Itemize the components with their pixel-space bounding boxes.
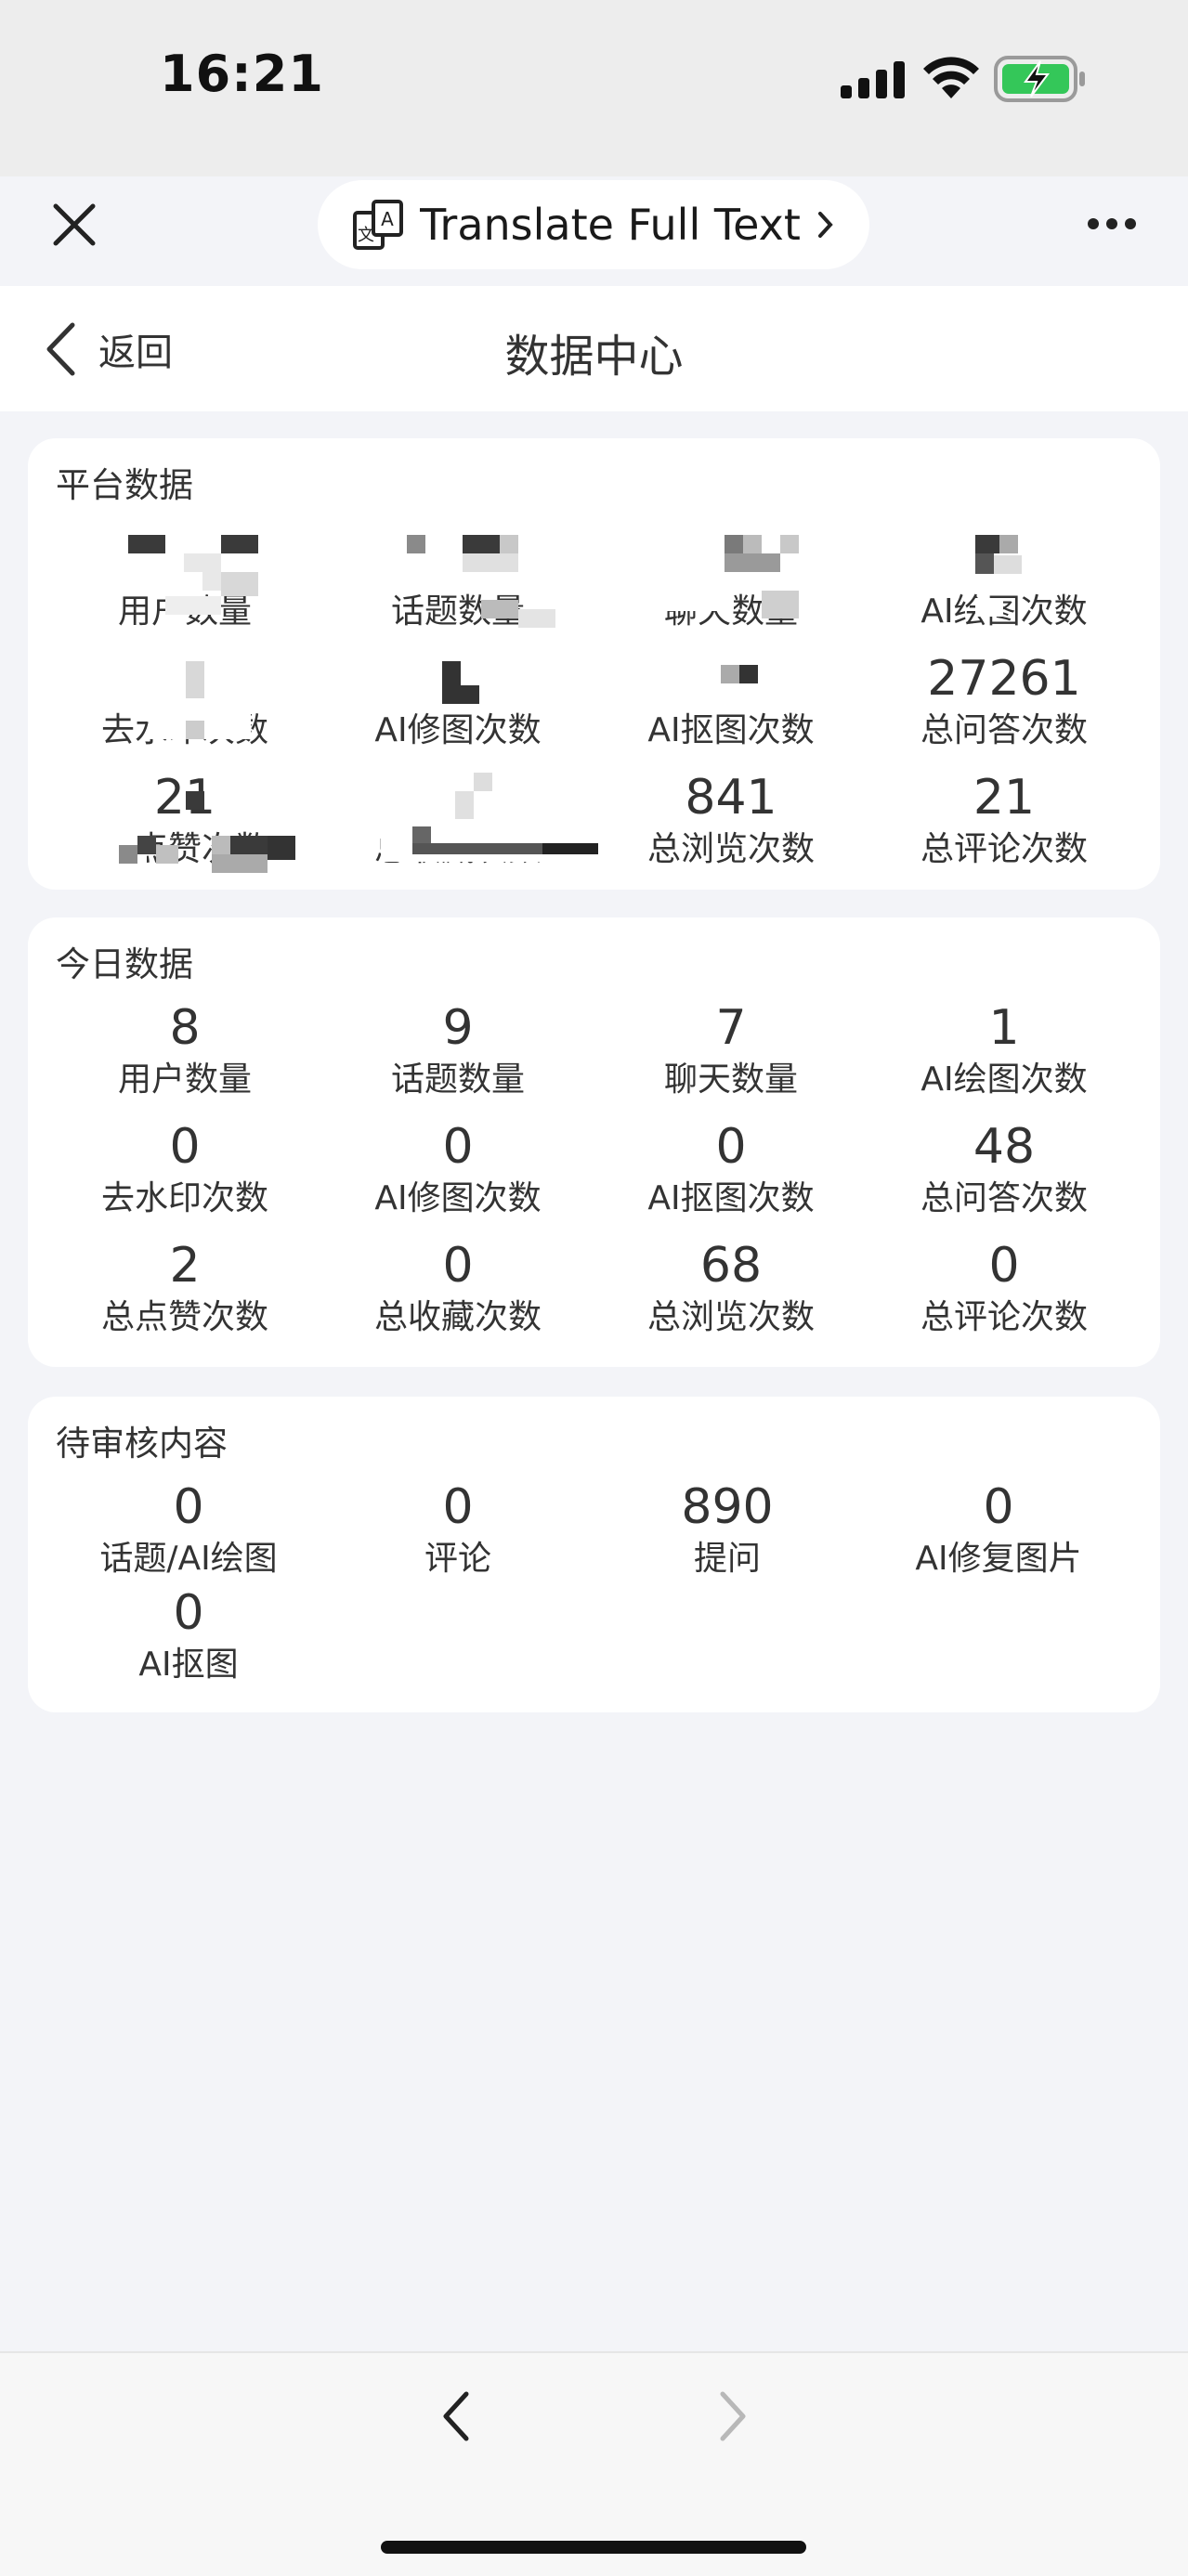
redaction-mosaic [128, 535, 286, 637]
redaction-mosaic [407, 535, 565, 637]
stat-label: AI抠图次数 [647, 711, 815, 749]
stat-value: 1 [988, 1000, 1020, 1056]
stat-label: 总收藏次数 [373, 1298, 542, 1336]
stat-label: 去水印次数 [100, 1179, 268, 1217]
card-title: 平台数据 [56, 465, 193, 505]
stat-label: 总评论次数 [920, 830, 1088, 868]
stat-label: 用户数量 [117, 1060, 252, 1099]
stat-label: 总点赞次数 [100, 1298, 268, 1336]
redaction-mosaic [721, 665, 777, 702]
stat-value: 0 [715, 1119, 747, 1175]
svg-text:文: 文 [358, 226, 374, 245]
stat-view-count: 841 总浏览次数 [594, 769, 868, 873]
stat-ai-draw-count: 1 AI绘图次数 [868, 999, 1141, 1103]
wifi-icon [923, 57, 979, 98]
redaction-mosaic [100, 826, 314, 888]
stat-watermark-count: 0 去水印次数 [48, 1118, 321, 1222]
redaction-mosaic [442, 661, 526, 735]
chevron-right-icon [817, 212, 833, 238]
stat-value: 0 [988, 1238, 1020, 1294]
stat-value: 8 [169, 1000, 201, 1056]
stat-value: 48 [973, 1119, 1036, 1175]
stat-label: 总评论次数 [920, 1298, 1088, 1336]
stat-value: 68 [699, 1238, 763, 1294]
stat-value: 9 [442, 1000, 474, 1056]
stat-comment-count: 21 总评论次数 [868, 769, 1141, 873]
stat-value: 841 [685, 770, 777, 826]
stat-label: 聊天数量 [663, 1060, 798, 1099]
battery-icon [994, 56, 1085, 102]
stat-pending-ai-cutout[interactable]: 0 AI抠图 [52, 1584, 325, 1688]
stat-value: 0 [169, 1119, 201, 1175]
redaction-mosaic [186, 791, 223, 819]
stat-like-count: 2 总点赞次数 [48, 1237, 321, 1341]
stat-label: 话题/AI绘图 [99, 1540, 278, 1578]
stat-ai-retouch-count: 0 AI修图次数 [321, 1118, 594, 1222]
stat-favorite-count: 0 总收藏次数 [321, 1237, 594, 1341]
stat-user-count: 8 用户数量 [48, 999, 321, 1103]
stat-label: AI抠图 [138, 1646, 239, 1684]
stat-value: 21 [973, 770, 1036, 826]
redaction-mosaic [659, 535, 836, 637]
home-indicator [381, 2541, 806, 2554]
stat-value: 7 [715, 1000, 747, 1056]
card-title: 今日数据 [56, 944, 193, 984]
stat-chat-count: 7 聊天数量 [594, 999, 868, 1103]
stat-label: 提问 [693, 1540, 761, 1578]
stat-label: AI修复图片 [915, 1540, 1082, 1578]
stat-comment-count: 0 总评论次数 [868, 1237, 1141, 1341]
stat-value: 2 [169, 1238, 201, 1294]
stat-pending-questions[interactable]: 890 提问 [591, 1478, 864, 1582]
svg-text:A: A [381, 208, 394, 230]
stat-value: 0 [983, 1479, 1014, 1535]
browser-back-icon[interactable] [437, 2387, 474, 2446]
card-title: 待审核内容 [56, 1424, 228, 1464]
stat-value: 27261 [927, 651, 1081, 707]
signal-icon [841, 61, 905, 98]
stat-label: 总问答次数 [920, 711, 1088, 749]
stat-value: 21 [153, 770, 216, 826]
stat-label: AI修图次数 [374, 1179, 542, 1217]
more-icon[interactable] [1087, 217, 1137, 230]
stat-label: 总浏览次数 [646, 1298, 815, 1336]
stat-value: 0 [173, 1479, 204, 1535]
stat-qa-count: 27261 总问答次数 [868, 650, 1141, 754]
stat-label: 总问答次数 [920, 1179, 1088, 1217]
stat-label: 总浏览次数 [646, 830, 815, 868]
stat-pending-ai-repair[interactable]: 0 AI修复图片 [862, 1478, 1135, 1582]
stat-value: 0 [442, 1479, 474, 1535]
status-time: 16:21 [160, 45, 324, 103]
status-bar: 16:21 [0, 0, 1188, 176]
stat-pending-topics[interactable]: 0 话题/AI绘图 [52, 1478, 325, 1582]
translate-icon: A 文 [353, 200, 404, 250]
stat-label: AI绘图次数 [920, 1060, 1088, 1099]
stat-value: 0 [442, 1119, 474, 1175]
stat-value: 890 [681, 1479, 774, 1535]
translate-button[interactable]: A 文 Translate Full Text [318, 180, 869, 269]
close-icon[interactable] [52, 202, 97, 247]
redaction-mosaic [111, 661, 269, 754]
translate-label: Translate Full Text [420, 200, 801, 250]
page-title: 数据中心 [504, 331, 684, 383]
stat-topic-count: 9 话题数量 [321, 999, 594, 1103]
stat-qa-count: 48 总问答次数 [868, 1118, 1141, 1222]
stat-value: 0 [173, 1585, 204, 1641]
pending-review-card: 待审核内容 0 话题/AI绘图 0 评论 890 提问 0 AI修复图片 0 A… [28, 1397, 1160, 1712]
stat-ai-cutout-count: 0 AI抠图次数 [594, 1118, 868, 1222]
page-header: 返回 数据中心 [0, 286, 1188, 411]
stat-value: 0 [442, 1238, 474, 1294]
stat-label: 评论 [424, 1540, 491, 1578]
redaction-mosaic [975, 535, 1068, 637]
browser-forward-icon[interactable] [715, 2387, 752, 2446]
today-data-card: 今日数据 8 用户数量 9 话题数量 7 聊天数量 1 AI绘图次数 0 去水印… [28, 917, 1160, 1367]
platform-data-card: 平台数据 用户数量 话题数量 聊天数量 AI绘图次数 去水印次数 AI修图次数 … [28, 438, 1160, 890]
stat-view-count: 68 总浏览次数 [594, 1237, 868, 1341]
stat-label: 话题数量 [390, 1060, 525, 1099]
redaction-mosaic [381, 773, 613, 888]
stat-pending-comments[interactable]: 0 评论 [321, 1478, 594, 1582]
stat-label: AI抠图次数 [647, 1179, 815, 1217]
